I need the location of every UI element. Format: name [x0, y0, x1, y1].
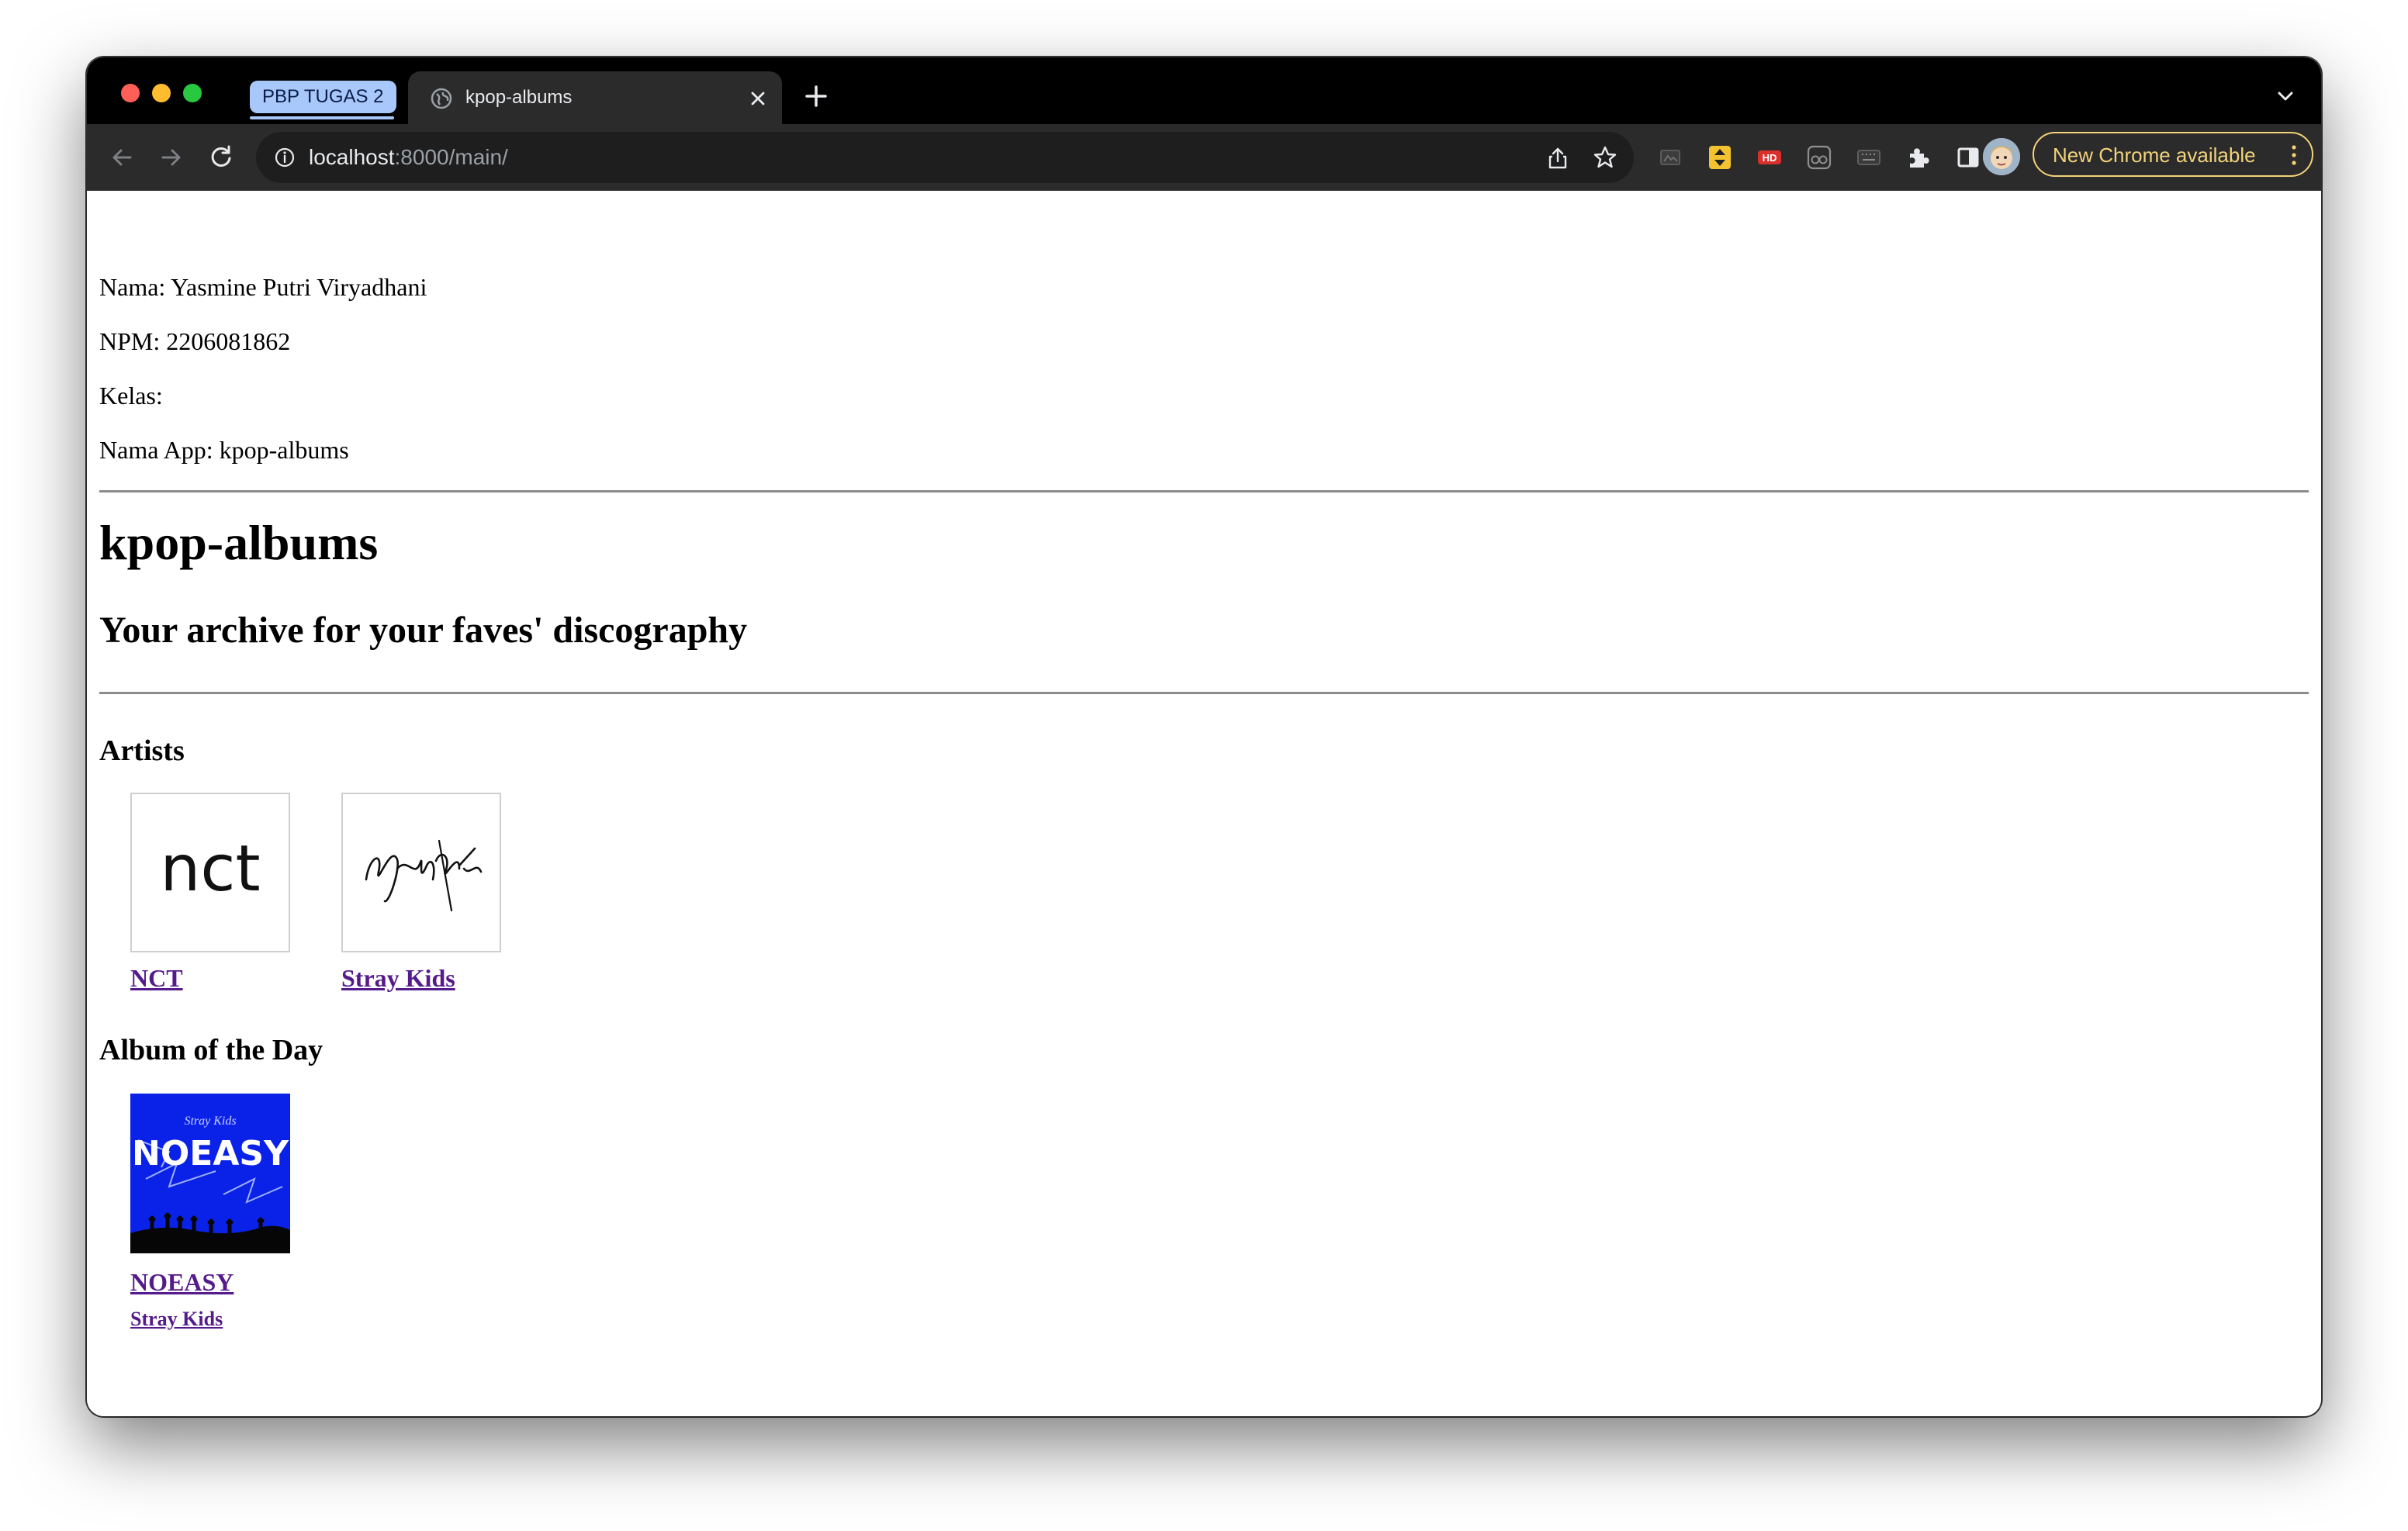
forward-arrow-icon[interactable] [155, 141, 188, 174]
sort-extension-icon[interactable] [1707, 144, 1733, 171]
maximize-window-button[interactable] [183, 84, 202, 102]
artists-heading: Artists [99, 734, 185, 767]
album-cover-noeasy[interactable]: Stray Kids NOEASY [130, 1094, 290, 1253]
back-arrow-icon[interactable] [106, 141, 138, 174]
browser-window: PBP TUGAS 2 kpop-albums localhost:8000/m… [87, 57, 2321, 1416]
album-cover-art: Stray Kids NOEASY [130, 1094, 290, 1253]
chevron-down-icon[interactable] [2273, 84, 2298, 109]
nct-logo-text: nct [160, 832, 260, 906]
artist-card-nct[interactable]: nct [130, 793, 290, 952]
app-name: Nama App: kpop-albums [99, 436, 349, 464]
site-info-icon[interactable] [273, 146, 296, 169]
address-bar[interactable]: localhost:8000/main/ [256, 132, 1634, 183]
artist-card-stray-kids[interactable] [341, 793, 501, 952]
update-label: New Chrome available [2053, 143, 2256, 167]
cover-artist-text: Stray Kids [184, 1115, 236, 1128]
page-title: kpop-albums [99, 515, 379, 570]
album-title-link[interactable]: NOEASY [130, 1267, 234, 1297]
cover-title-text: NOEASY [132, 1134, 289, 1173]
keyboard-extension-icon[interactable] [1856, 144, 1882, 171]
tab-strip: PBP TUGAS 2 kpop-albums [87, 57, 2321, 124]
tab-group-indicator [250, 116, 394, 119]
tab-kpop-albums[interactable]: kpop-albums [408, 71, 782, 124]
student-npm: NPM: 2206081862 [99, 327, 291, 355]
hd-extension-icon[interactable]: HD [1756, 144, 1783, 171]
close-window-button[interactable] [121, 84, 140, 102]
bookmark-star-icon[interactable] [1592, 144, 1618, 171]
kebab-menu-icon[interactable] [2290, 143, 2298, 168]
reload-icon[interactable] [205, 141, 237, 174]
glasses-extension-icon[interactable] [1806, 144, 1832, 171]
close-tab-icon[interactable] [748, 88, 768, 109]
divider [99, 490, 2309, 492]
puzzle-icon[interactable] [1905, 144, 1932, 171]
page-content: Nama: Yasmine Putri Viryadhani NPM: 2206… [87, 191, 2321, 1416]
stray-kids-logo [365, 839, 483, 912]
avatar-image [1983, 138, 2020, 175]
student-class: Kelas: [99, 382, 163, 410]
profile-avatar[interactable] [1983, 138, 2020, 175]
url-text[interactable]: localhost:8000/main/ [309, 144, 508, 171]
artist-link-nct[interactable]: NCT [130, 963, 183, 993]
share-icon[interactable] [1545, 146, 1570, 171]
url-host: localhost [309, 145, 395, 169]
hd-badge-text: HD [1763, 152, 1777, 164]
album-artist-link[interactable]: Stray Kids [130, 1308, 223, 1331]
minimize-window-button[interactable] [152, 84, 171, 102]
browser-toolbar: localhost:8000/main/ HD New Chrome avail… [87, 124, 2321, 191]
chrome-update-button[interactable]: New Chrome available [2033, 132, 2313, 177]
student-name: Nama: Yasmine Putri Viryadhani [99, 273, 427, 301]
divider [99, 692, 2309, 694]
nct-logo: nct [160, 832, 260, 906]
image-extension-icon[interactable] [1657, 144, 1683, 171]
tab-title: kpop-albums [465, 87, 573, 108]
artist-link-stray-kids[interactable]: Stray Kids [341, 963, 455, 993]
new-tab-icon[interactable] [801, 81, 832, 112]
url-path: :8000/main/ [394, 145, 508, 169]
page-subtitle: Your archive for your faves' discography [99, 610, 748, 651]
sidepanel-icon[interactable] [1955, 144, 1981, 171]
globe-icon [431, 88, 452, 109]
tab-group-chip[interactable]: PBP TUGAS 2 [250, 81, 396, 113]
album-of-day-heading: Album of the Day [99, 1034, 323, 1066]
